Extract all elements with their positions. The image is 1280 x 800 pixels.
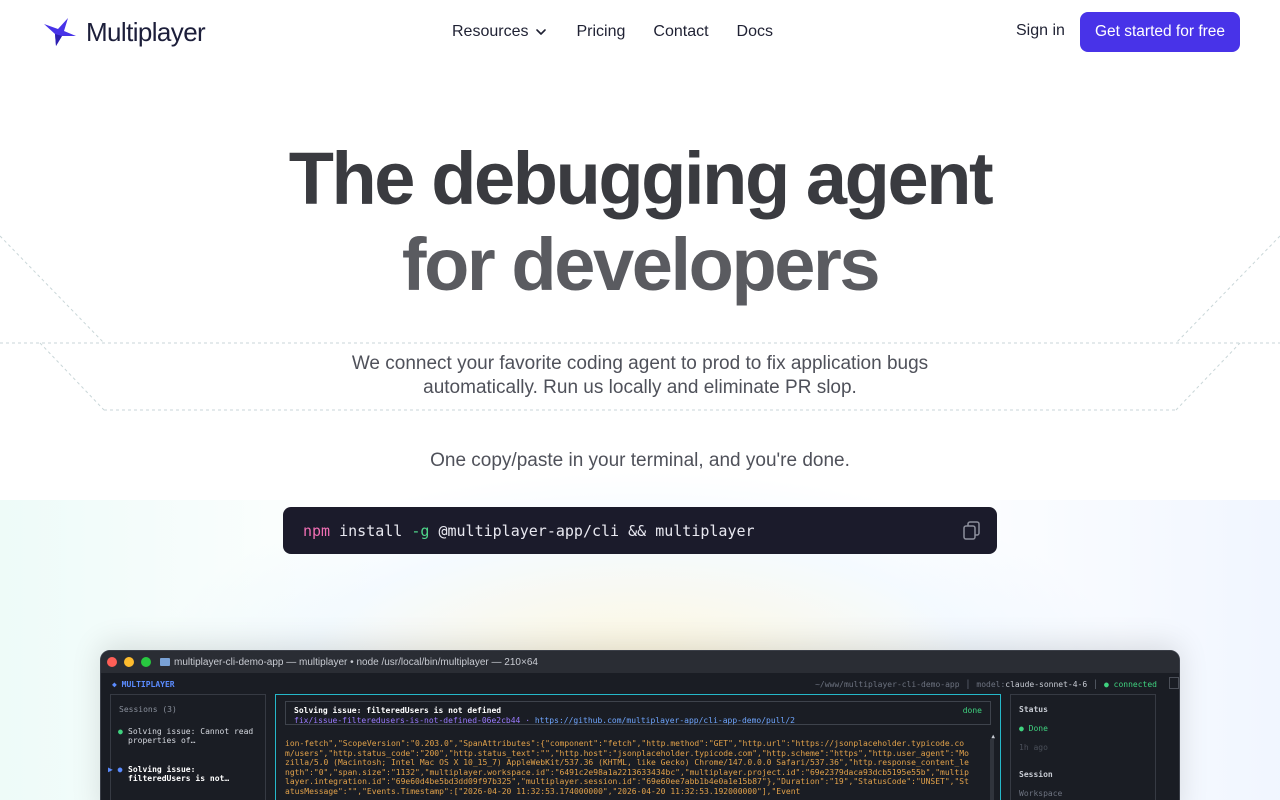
status-time: 1h ago [1019, 743, 1048, 752]
hero-subtitle: We connect your favorite coding agent to… [351, 353, 929, 398]
issue-title: Solving issue: filteredUsers is not defi… [294, 706, 502, 715]
main-nav: Resources Pricing Contact Docs [452, 20, 801, 44]
nav-pricing[interactable]: Pricing [576, 20, 625, 44]
command-npm: npm [303, 521, 331, 540]
terminal-status-line: ~/www/multiplayer-cli-demo-app │ model:c… [815, 680, 1157, 689]
workspace-label: Workspace [1019, 789, 1063, 798]
brand-logo[interactable]: Multiplayer [42, 16, 206, 48]
terminal-scroll-indicator[interactable] [1169, 677, 1179, 689]
status-label: Status [1019, 705, 1048, 714]
command-flag: -g [411, 521, 430, 540]
model-label: model: [976, 680, 1006, 689]
command-verb: install [339, 521, 403, 540]
nav-docs[interactable]: Docs [737, 20, 773, 44]
terminal-title: multiplayer-cli-demo-app — multiplayer •… [160, 657, 538, 668]
get-started-button[interactable]: Get started for free [1080, 12, 1240, 52]
log-output: ion-fetch","ScopeVersion":"0.203.0","Spa… [285, 739, 969, 796]
hero-title-line-2: for developers [401, 223, 881, 306]
terminal-window: multiplayer-cli-demo-app — multiplayer •… [100, 650, 1180, 800]
session-item-label: Solving issue: filteredUsers is not… [128, 765, 230, 783]
issue-branch: fix/issue-filteredusers-is-not-defined-0… [294, 716, 521, 725]
install-command-box[interactable]: npm install -g @multiplayer-app/cli && m… [283, 507, 997, 554]
maximize-window-button[interactable] [141, 657, 151, 667]
log-scrollbar[interactable] [990, 739, 994, 800]
model-value: claude-sonnet-4-6 [1005, 680, 1088, 689]
copy-icon[interactable] [961, 519, 983, 541]
session-label: Session [1019, 770, 1053, 779]
hero-title-line-1: The debugging agent [288, 137, 994, 220]
close-window-button[interactable] [107, 657, 117, 667]
nav-resources-label: Resources [452, 23, 529, 40]
nav-contact[interactable]: Contact [653, 20, 708, 44]
pull-request-link[interactable]: https://github.com/multiplayer-app/cli-a… [535, 716, 795, 725]
sessions-header: Sessions (3) [119, 705, 177, 714]
brand-name: Multiplayer [86, 16, 206, 47]
nav-resources[interactable]: Resources [452, 20, 548, 44]
issue-branch-line: fix/issue-filteredusers-is-not-defined-0… [294, 716, 795, 725]
sessions-panel: Sessions (3) ● Solving issue: Cannot rea… [108, 694, 266, 800]
minimize-window-button[interactable] [124, 657, 134, 667]
terminal-brand-label: ◆ MULTIPLAYER [112, 680, 175, 689]
issue-state: done [962, 706, 982, 715]
folder-icon [160, 658, 170, 666]
chevron-down-icon [536, 29, 547, 35]
terminal-title-text: multiplayer-cli-demo-app — multiplayer •… [174, 656, 538, 668]
connection-status: ● connected [1104, 680, 1157, 689]
hero-note: One copy/paste in your terminal, and you… [430, 450, 850, 471]
terminal-path: ~/www/multiplayer-cli-demo-app [815, 680, 960, 689]
session-item-label: Solving issue: Cannot read properties of… [128, 727, 254, 745]
terminal-title-bar: multiplayer-cli-demo-app — multiplayer •… [101, 651, 1179, 673]
session-item[interactable]: ● Solving issue: Cannot read properties … [118, 727, 258, 745]
status-value: ● Done [1019, 724, 1048, 733]
issue-panel: Solving issue: filteredUsers is not defi… [275, 694, 1001, 800]
command-args: @multiplayer-app/cli && multiplayer [438, 521, 755, 540]
status-panel: Status ● Done 1h ago Session Workspace [1010, 694, 1156, 800]
session-item-active[interactable]: ▶ ● Solving issue: filteredUsers is not… [108, 765, 258, 783]
sign-in-link[interactable]: Sign in [1016, 22, 1065, 40]
top-navigation: Multiplayer Resources Pricing Contact Do… [0, 0, 1280, 64]
multiplayer-logo-icon [44, 18, 76, 46]
issue-header-box: Solving issue: filteredUsers is not defi… [285, 701, 991, 725]
